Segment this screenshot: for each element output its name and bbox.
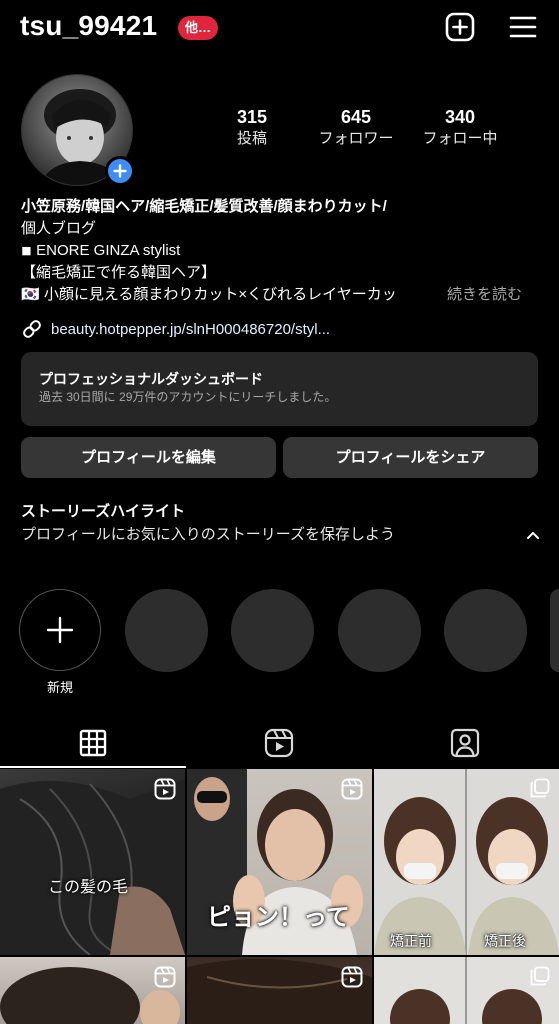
reel-badge-icon [341, 966, 363, 988]
post-caption: 矯正前 [390, 934, 432, 950]
stat-posts[interactable]: 315 投稿 [202, 106, 302, 150]
active-tab-indicator [0, 766, 186, 768]
grid-post[interactable] [0, 957, 185, 1024]
dashboard-title: プロフェッショナルダッシュボード [39, 371, 263, 387]
grid-post[interactable]: 矯正前 矯正後 [374, 769, 559, 955]
bio-line: ◾ ENORE GINZA stylist [21, 242, 181, 259]
plus-icon [46, 616, 74, 644]
profile-link-text[interactable]: beauty.hotpepper.jp/slnH000486720/styl..… [51, 321, 330, 338]
grid-post[interactable]: この髪の毛 [0, 769, 185, 955]
add-story-button[interactable] [105, 156, 135, 186]
highlight-placeholder [338, 589, 421, 672]
reels-icon [264, 728, 294, 758]
reel-badge-icon [154, 778, 176, 800]
highlight-placeholder [231, 589, 314, 672]
stat-value: 340 [444, 107, 476, 127]
stat-value: 645 [340, 107, 372, 127]
stat-label: フォロー中 [422, 130, 498, 147]
carousel-badge-icon [530, 778, 550, 798]
stat-label: 投稿 [236, 130, 267, 147]
new-highlight-label: 新規 [46, 680, 73, 695]
professional-dashboard[interactable]: プロフェッショナルダッシュボード 過去 30日間に 29万件のアカウントにリーチ… [21, 352, 538, 426]
highlight-placeholder [444, 589, 527, 672]
grid-post[interactable] [187, 957, 372, 1024]
highlights-title: ストーリーズハイライト [21, 503, 185, 520]
tagged-icon [450, 728, 480, 758]
bio-more-link[interactable]: 続きを読む [447, 284, 522, 306]
create-button[interactable] [443, 10, 477, 44]
tab-posts-grid[interactable] [0, 720, 186, 766]
tab-tagged[interactable] [372, 720, 558, 766]
bio-line: 🇰🇷 小顔に見える顔まわりカット×くびれるレイヤーカッ [21, 286, 397, 303]
profile-avatar[interactable] [21, 74, 135, 186]
dashboard-subtitle: 過去 30日間に 29万件のアカウントにリーチしました。 [39, 390, 337, 404]
post-caption: この髪の毛 [48, 877, 129, 896]
share-profile-button[interactable]: プロフィールをシェア [283, 437, 538, 478]
bio-line: 【縮毛矯正で作る韓国ヘア】 [21, 264, 217, 281]
bio-name-line: 小笠原務/韓国ヘア/縮毛矯正/髪質改善/顔まわりカット/ [21, 198, 387, 215]
reel-badge-icon [154, 966, 176, 988]
carousel-badge-icon [530, 966, 550, 986]
chevron-up-icon[interactable] [524, 528, 542, 542]
stat-label: フォロワー [318, 130, 394, 147]
grid-post[interactable] [374, 957, 559, 1024]
post-caption: ピョン！って [207, 902, 350, 931]
profile-bio: 小笠原務/韓国ヘア/縮毛矯正/髪質改善/顔まわりカット/ 個人ブログ ◾ ENO… [21, 196, 541, 306]
bio-line: 個人ブログ [21, 220, 97, 237]
stat-following[interactable]: 340 フォロー中 [410, 106, 510, 150]
profile-link[interactable]: beauty.hotpepper.jp/slnH000486720/styl..… [21, 318, 330, 340]
post-caption: 矯正後 [484, 934, 526, 950]
notification-badge[interactable]: 他… [178, 16, 219, 40]
reel-badge-icon [341, 778, 363, 800]
menu-button[interactable] [506, 10, 540, 44]
new-highlight-button[interactable] [19, 589, 101, 671]
highlight-placeholder [550, 589, 559, 672]
stat-value: 315 [236, 107, 268, 127]
tab-reels[interactable] [186, 720, 372, 766]
grid-post[interactable]: ピョン！って [187, 769, 372, 955]
grid-icon [79, 729, 107, 757]
edit-profile-button[interactable]: プロフィールを編集 [21, 437, 276, 478]
plus-square-icon [445, 12, 475, 42]
hamburger-menu-icon [509, 16, 537, 38]
profile-username[interactable]: tsu_99421 [20, 10, 157, 42]
highlights-subtitle: プロフィールにお気に入りのストーリーズを保存しよう [21, 526, 395, 543]
stat-followers[interactable]: 645 フォロワー [306, 106, 406, 150]
highlight-placeholder [125, 589, 208, 672]
plus-icon [113, 164, 127, 178]
link-icon [23, 320, 41, 338]
